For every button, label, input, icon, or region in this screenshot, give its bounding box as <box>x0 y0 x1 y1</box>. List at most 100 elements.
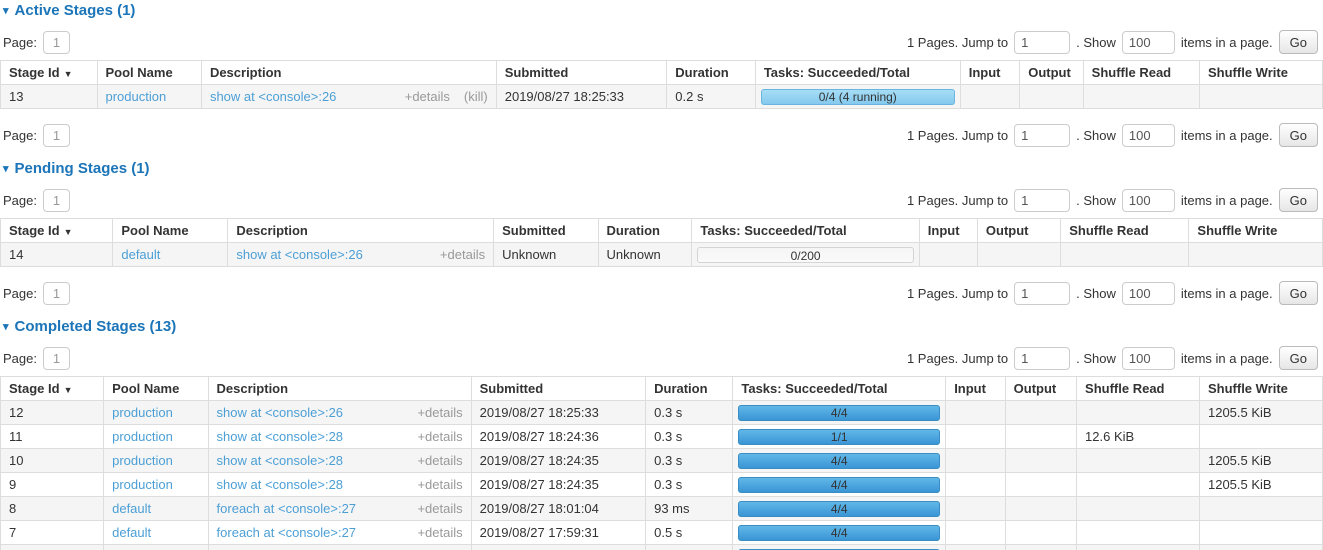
items-in-page-label: items in a page. <box>1181 128 1273 143</box>
description-cell: show at <console>:26 +details (kill) <box>201 85 496 109</box>
items-in-page-label: items in a page. <box>1181 35 1273 50</box>
go-button[interactable]: Go <box>1279 346 1318 370</box>
column-header-7[interactable]: Output <box>977 219 1060 243</box>
page-number-input[interactable] <box>43 124 70 147</box>
description-link[interactable]: foreach at <console>:27 <box>217 525 357 540</box>
column-header-9[interactable]: Shuffle Write <box>1189 219 1323 243</box>
pool-name-link[interactable]: default <box>121 247 160 262</box>
kill-stage-link[interactable]: (kill) <box>464 89 488 104</box>
description-link[interactable]: show at <console>:26 <box>217 405 343 420</box>
column-header-5[interactable]: Tasks: Succeeded/Total <box>755 61 960 85</box>
go-button[interactable]: Go <box>1279 281 1318 305</box>
output-cell <box>1005 425 1076 449</box>
section-heading-completed[interactable]: ▾Completed Stages (13) <box>3 318 1323 335</box>
description-link[interactable]: show at <console>:28 <box>217 429 343 444</box>
go-button[interactable]: Go <box>1279 30 1318 54</box>
page-number-input[interactable] <box>43 347 70 370</box>
column-header-4[interactable]: Duration <box>667 61 756 85</box>
column-header-5[interactable]: Tasks: Succeeded/Total <box>692 219 919 243</box>
items-per-page-input[interactable] <box>1122 189 1175 212</box>
details-toggle-link[interactable]: +details <box>440 247 485 262</box>
details-toggle-link[interactable]: +details <box>417 429 462 444</box>
column-header-5[interactable]: Tasks: Succeeded/Total <box>733 377 946 401</box>
column-header-4[interactable]: Duration <box>598 219 692 243</box>
details-toggle-link[interactable]: +details <box>417 525 462 540</box>
output-cell <box>977 243 1060 267</box>
page-number-input[interactable] <box>43 31 70 54</box>
jump-to-page-input[interactable] <box>1014 124 1070 147</box>
tasks-cell: 0/200 <box>692 243 919 267</box>
details-toggle-link[interactable]: +details <box>417 453 462 468</box>
pool-name-link[interactable]: default <box>112 501 151 516</box>
column-header-6[interactable]: Input <box>946 377 1005 401</box>
pool-name-link[interactable]: production <box>106 89 167 104</box>
jump-to-page-input[interactable] <box>1014 189 1070 212</box>
details-toggle-link[interactable]: +details <box>417 501 462 516</box>
jump-to-page-input[interactable] <box>1014 347 1070 370</box>
column-header-0[interactable]: Stage Id▼ <box>1 61 98 85</box>
tasks-progress-bar: 0/200 <box>697 247 913 263</box>
column-header-1[interactable]: Pool Name <box>97 61 201 85</box>
column-header-3[interactable]: Submitted <box>496 61 667 85</box>
page-label: Page: <box>3 193 37 208</box>
column-header-6[interactable]: Input <box>960 61 1019 85</box>
pool-name-cell: production <box>104 449 208 473</box>
stage-id-cell: 14 <box>1 243 113 267</box>
column-header-9[interactable]: Shuffle Write <box>1200 61 1323 85</box>
column-header-9[interactable]: Shuffle Write <box>1199 377 1322 401</box>
details-toggle-link[interactable]: +details <box>417 405 462 420</box>
column-header-3[interactable]: Submitted <box>494 219 598 243</box>
column-header-8[interactable]: Shuffle Read <box>1077 377 1200 401</box>
submitted-cell: 2019/08/27 18:25:33 <box>496 85 667 109</box>
details-toggle-link[interactable]: +details <box>417 477 462 492</box>
items-per-page-input[interactable] <box>1122 347 1175 370</box>
column-header-8[interactable]: Shuffle Read <box>1083 61 1199 85</box>
column-header-0[interactable]: Stage Id▼ <box>1 377 104 401</box>
go-button[interactable]: Go <box>1279 188 1318 212</box>
column-header-8[interactable]: Shuffle Read <box>1061 219 1189 243</box>
column-header-1[interactable]: Pool Name <box>104 377 208 401</box>
column-header-7[interactable]: Output <box>1020 61 1083 85</box>
input-cell <box>960 85 1019 109</box>
section-heading-active[interactable]: ▾Active Stages (1) <box>3 2 1323 19</box>
input-cell <box>946 401 1005 425</box>
description-link[interactable]: show at <console>:26 <box>210 89 336 104</box>
table-row: 6productionshow at <console>:28+details2… <box>1 545 1323 550</box>
stage-id-cell: 8 <box>1 497 104 521</box>
pool-name-link[interactable]: production <box>112 429 173 444</box>
column-header-1[interactable]: Pool Name <box>113 219 228 243</box>
page-number-input[interactable] <box>43 189 70 212</box>
details-toggle-link[interactable]: +details <box>405 89 450 104</box>
column-header-2[interactable]: Description <box>208 377 471 401</box>
column-header-6[interactable]: Input <box>919 219 977 243</box>
column-header-2[interactable]: Description <box>201 61 496 85</box>
duration-cell: 93 ms <box>646 497 733 521</box>
description-cell: show at <console>:28 +details <box>208 425 471 449</box>
pool-name-link[interactable]: production <box>112 405 173 420</box>
description-link[interactable]: show at <console>:26 <box>236 247 362 262</box>
items-per-page-input[interactable] <box>1122 31 1175 54</box>
section-heading-pending[interactable]: ▾Pending Stages (1) <box>3 160 1323 177</box>
items-per-page-input[interactable] <box>1122 124 1175 147</box>
stages-section-pending: ▾Pending Stages (1) Page: 1 Pages. Jump … <box>0 160 1323 306</box>
column-header-4[interactable]: Duration <box>646 377 733 401</box>
jump-to-page-input[interactable] <box>1014 282 1070 305</box>
submitted-cell: 2019/08/27 18:01:04 <box>471 497 646 521</box>
column-header-2[interactable]: Description <box>228 219 494 243</box>
column-header-0[interactable]: Stage Id▼ <box>1 219 113 243</box>
description-link[interactable]: foreach at <console>:27 <box>217 501 357 516</box>
pool-name-cell: default <box>104 497 208 521</box>
column-header-3[interactable]: Submitted <box>471 377 646 401</box>
jump-to-page-input[interactable] <box>1014 31 1070 54</box>
description-link[interactable]: show at <console>:28 <box>217 477 343 492</box>
column-header-7[interactable]: Output <box>1005 377 1076 401</box>
page-number-input[interactable] <box>43 282 70 305</box>
pool-name-link[interactable]: default <box>112 525 151 540</box>
output-cell <box>1020 85 1083 109</box>
items-per-page-input[interactable] <box>1122 282 1175 305</box>
pool-name-link[interactable]: production <box>112 453 173 468</box>
go-button[interactable]: Go <box>1279 123 1318 147</box>
description-link[interactable]: show at <console>:28 <box>217 453 343 468</box>
pagination-bar: Page: 1 Pages. Jump to . Show items in a… <box>3 29 1318 55</box>
pool-name-link[interactable]: production <box>112 477 173 492</box>
